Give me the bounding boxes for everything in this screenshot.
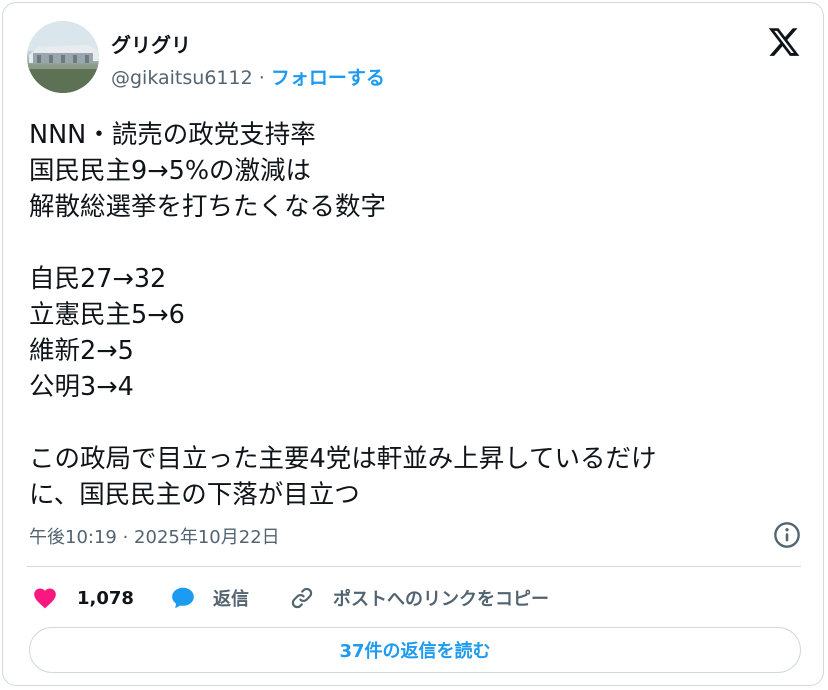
- tweet-line: この政局で目立った主要4党は軒並み上昇しているだけ: [29, 444, 657, 474]
- link-icon: [291, 587, 313, 609]
- tweet-line: 立憲民主5→6: [29, 300, 185, 330]
- tweet-line: 公明3→4: [29, 372, 134, 402]
- info-icon[interactable]: [773, 521, 801, 549]
- heart-icon: [34, 588, 56, 609]
- speech-bubble-icon: [172, 587, 194, 609]
- tweet-timestamp[interactable]: 午後10:19 · 2025年10月22日: [29, 523, 280, 549]
- copy-link-button[interactable]: ポストへのリンクをコピー: [289, 583, 549, 613]
- author-meta: @gikaitsu6112 · フォローする: [111, 63, 385, 90]
- tweet-line: 国民民主9→5%の激減は: [29, 156, 312, 186]
- like-button[interactable]: 1,078: [31, 583, 134, 613]
- tweet-line: 自民27→32: [29, 264, 167, 294]
- tweet-line: NNN・読売の政党支持率: [29, 120, 316, 150]
- x-logo-icon[interactable]: [767, 25, 801, 59]
- divider: [27, 566, 801, 567]
- avatar-image: [27, 21, 99, 93]
- tweet-text: NNN・読売の政党支持率 国民民主9→5%の激減は 解散総選挙を打ちたくなる数字…: [29, 117, 809, 513]
- like-count: 1,078: [77, 587, 134, 609]
- read-replies-button[interactable]: 37件の返信を読む: [29, 627, 801, 673]
- author-handle[interactable]: @gikaitsu6112: [111, 67, 253, 89]
- tweet-line: に、国民民主の下落が目立つ: [29, 480, 360, 510]
- copy-link-label: ポストへのリンクをコピー: [333, 589, 549, 610]
- reply-button[interactable]: 返信: [169, 583, 249, 613]
- meta-separator: ·: [252, 67, 271, 89]
- reply-label: 返信: [213, 589, 249, 610]
- follow-button[interactable]: フォローする: [271, 67, 385, 89]
- author-display-name[interactable]: グリグリ: [111, 29, 191, 58]
- avatar[interactable]: [27, 21, 99, 93]
- tweet-line: 解散総選挙を打ちたくなる数字: [29, 192, 387, 222]
- tweet-card: グリグリ @gikaitsu6112 · フォローする NNN・読売の政党支持率…: [2, 2, 824, 686]
- tweet-line: 維新2→5: [29, 336, 134, 366]
